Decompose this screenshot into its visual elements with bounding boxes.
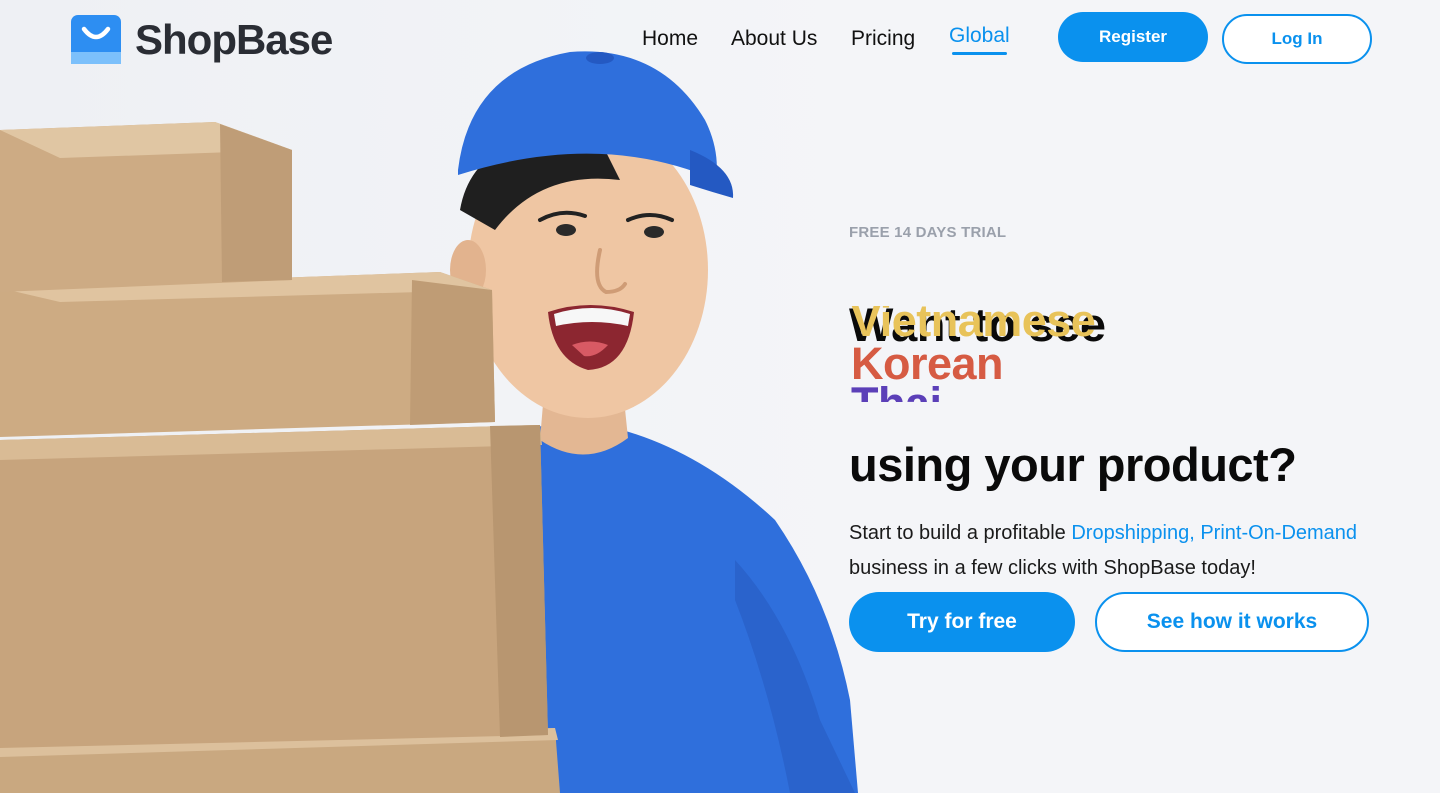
subtext-tail: business in a few clicks with ShopBase t… <box>849 557 1256 579</box>
rotating-word-thai: Thai <box>851 381 942 402</box>
rotating-languages: Vietnamese Korean Thai <box>851 306 1271 402</box>
hero-section: FREE 14 DAYS TRIAL Want to see Vietnames… <box>849 0 1409 793</box>
subtext-highlight: Dropshipping, Print-On-Demand <box>1071 522 1358 544</box>
nav-global[interactable]: Global <box>949 23 1010 55</box>
nav-home[interactable]: Home <box>642 26 698 52</box>
nav-about-us[interactable]: About Us <box>731 26 817 52</box>
subtext-lead: Start to build a profitable <box>849 522 1072 544</box>
hero-image-delivery-person <box>0 0 860 793</box>
headline-bottom: using your product? <box>849 438 1297 492</box>
trial-eyebrow: FREE 14 DAYS TRIAL <box>849 224 1007 241</box>
try-for-free-button[interactable]: Try for free <box>849 592 1075 652</box>
login-button[interactable]: Log In <box>1222 14 1372 64</box>
hero-subtext: Start to build a profitable Dropshipping… <box>849 516 1389 586</box>
site-header: ShopBase Home About Us Pricing Global Re… <box>0 0 1440 80</box>
nav-pricing[interactable]: Pricing <box>851 26 915 52</box>
see-how-it-works-button[interactable]: See how it works <box>1095 592 1369 652</box>
register-button[interactable]: Register <box>1058 12 1208 62</box>
